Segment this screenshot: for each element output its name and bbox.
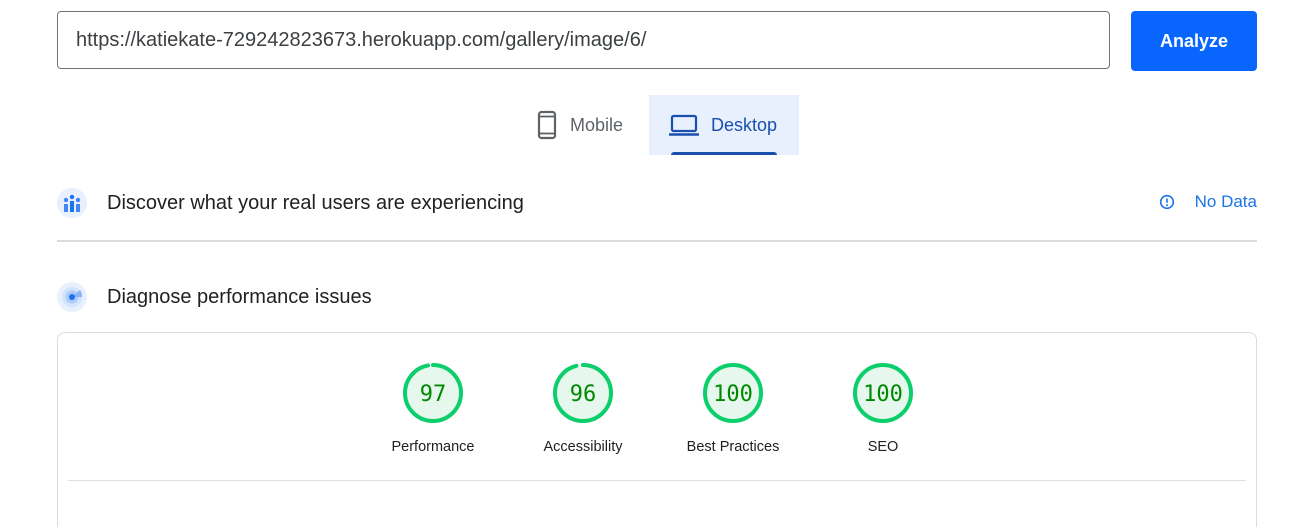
diagnose-section: Diagnose performance issues [57, 281, 1257, 313]
url-bar: Analyze [57, 11, 1257, 71]
score-gauge-accessibility[interactable]: 96 Accessibility [508, 361, 658, 455]
section-divider [57, 240, 1257, 242]
users-chart-icon [57, 188, 87, 218]
score-gauge-performance[interactable]: 97 Performance [358, 361, 508, 455]
score-gauge-best-practices[interactable]: 100 Best Practices [658, 361, 808, 455]
info-icon [1159, 194, 1175, 210]
gauge-ring: 100 [703, 363, 763, 423]
diagnose-title: Diagnose performance issues [107, 285, 372, 308]
score-label: Performance [391, 439, 475, 455]
score-value: 96 [570, 382, 597, 407]
radar-icon [57, 282, 87, 312]
tab-desktop-label: Desktop [711, 114, 778, 135]
device-tabs: Mobile Desktop [514, 95, 799, 155]
score-label: Accessibility [543, 439, 623, 455]
real-users-title: Discover what your real users are experi… [107, 191, 524, 214]
gauge-ring: 96 [553, 363, 613, 423]
laptop-icon [669, 113, 699, 137]
no-data-label: No Data [1194, 192, 1257, 211]
scores-card: 97 Performance 96 Accessibility 100 Best… [57, 332, 1257, 527]
score-label: SEO [867, 439, 899, 455]
card-divider [68, 480, 1246, 481]
score-label: Best Practices [686, 439, 780, 455]
score-value: 97 [420, 382, 447, 407]
score-value: 100 [713, 382, 753, 407]
real-users-section: Discover what your real users are experi… [57, 187, 1257, 219]
score-gauge-seo[interactable]: 100 SEO [808, 361, 958, 455]
score-value: 100 [863, 382, 903, 407]
url-input[interactable] [57, 11, 1110, 69]
gauge-ring: 100 [853, 363, 913, 423]
no-data-link[interactable]: No Data [1159, 192, 1257, 212]
tab-mobile[interactable]: Mobile [514, 95, 649, 155]
pagespeed-page: Analyze Mobile Desktop [0, 0, 1309, 527]
tab-mobile-label: Mobile [570, 114, 624, 135]
smartphone-icon [536, 110, 558, 140]
tab-desktop[interactable]: Desktop [649, 95, 799, 155]
gauge-ring: 97 [403, 363, 463, 423]
analyze-button[interactable]: Analyze [1131, 11, 1257, 71]
